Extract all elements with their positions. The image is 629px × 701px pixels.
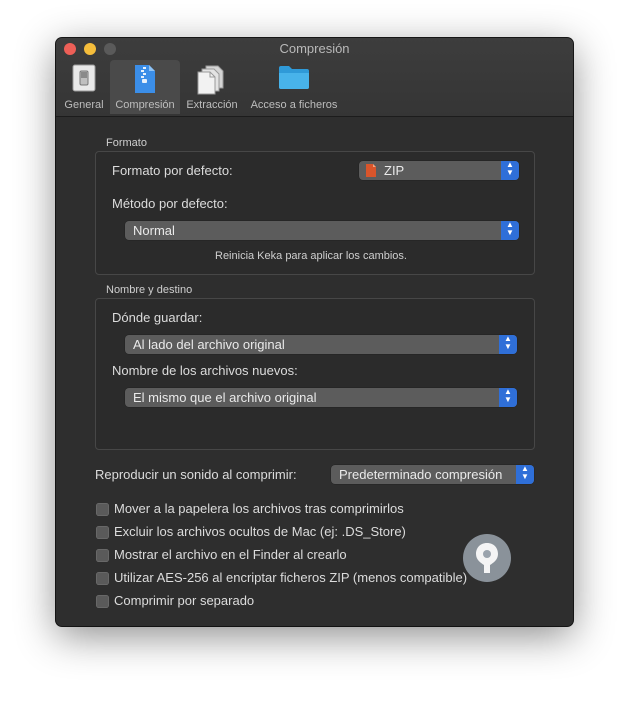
tab-extraccion[interactable]: Extracción xyxy=(182,60,242,114)
new-names-popup[interactable]: El mismo que el archivo original ▲ ▼ xyxy=(125,388,517,407)
option-label: Mover a la papelera los archivos tras co… xyxy=(114,501,404,516)
tab-acceso-ficheros-label: Acceso a ficheros xyxy=(250,99,338,111)
default-format-popup[interactable]: ZIP ▲ ▼ xyxy=(359,161,519,180)
new-names-label: Nombre de los archivos nuevos: xyxy=(112,363,298,378)
option-label: Mostrar el archivo en el Finder al crear… xyxy=(114,547,347,562)
tab-acceso-ficheros[interactable]: Acceso a ficheros xyxy=(246,60,342,114)
destino-section-title: Nombre y destino xyxy=(106,284,193,296)
default-method-value: Normal xyxy=(133,223,175,238)
option-label: Excluir los archivos ocultos de Mac (ej:… xyxy=(114,524,406,539)
chevron-updown-icon: ▲ ▼ xyxy=(499,388,517,407)
zip-file-icon xyxy=(135,65,155,93)
chevron-updown-icon: ▲ ▼ xyxy=(501,161,519,180)
folder-icon xyxy=(279,66,309,89)
tab-extraccion-label: Extracción xyxy=(186,99,238,111)
tab-compresion-label: Compresión xyxy=(115,99,175,111)
option-label: Utilizar AES-256 al encriptar ficheros Z… xyxy=(114,570,468,585)
formato-section-title: Formato xyxy=(106,137,147,149)
tab-compresion[interactable]: Compresión xyxy=(110,60,180,114)
checkbox[interactable] xyxy=(96,526,109,539)
chevron-updown-icon: ▲ ▼ xyxy=(501,221,519,240)
new-names-value: El mismo que el archivo original xyxy=(133,390,317,405)
default-format-value: ZIP xyxy=(384,163,405,178)
save-where-popup[interactable]: Al lado del archivo original ▲ ▼ xyxy=(125,335,517,354)
chevron-updown-icon: ▲ ▼ xyxy=(516,465,534,484)
default-method-popup[interactable]: Normal ▲ ▼ xyxy=(125,221,519,240)
checkbox[interactable] xyxy=(96,503,109,516)
tab-general[interactable]: General xyxy=(62,60,106,114)
save-where-value: Al lado del archivo original xyxy=(133,337,285,352)
default-method-label: Método por defecto: xyxy=(112,196,228,211)
sound-label: Reproducir un sonido al comprimir: xyxy=(95,467,297,482)
sound-popup[interactable]: Predeterminado compresión ▲ ▼ xyxy=(331,465,534,484)
tab-general-label: General xyxy=(64,99,104,111)
checkbox[interactable] xyxy=(96,549,109,562)
default-format-label: Formato por defecto: xyxy=(112,163,233,178)
restart-note: Reinicia Keka para aplicar los cambios. xyxy=(215,250,407,262)
titlebar: Compresión General Compresión Extracción… xyxy=(56,38,573,117)
sound-value: Predeterminado compresión xyxy=(339,467,503,482)
window-title: Compresión xyxy=(279,41,350,56)
chevron-updown-icon: ▲ ▼ xyxy=(499,335,517,354)
option-label: Comprimir por separado xyxy=(114,593,255,608)
checkbox[interactable] xyxy=(96,572,109,585)
watermark-logo-icon xyxy=(463,534,511,582)
documents-icon xyxy=(197,65,224,95)
save-where-label: Dónde guardar: xyxy=(112,310,203,325)
general-switch-icon xyxy=(72,64,96,92)
zip-format-icon xyxy=(366,164,376,177)
checkbox[interactable] xyxy=(96,595,109,608)
